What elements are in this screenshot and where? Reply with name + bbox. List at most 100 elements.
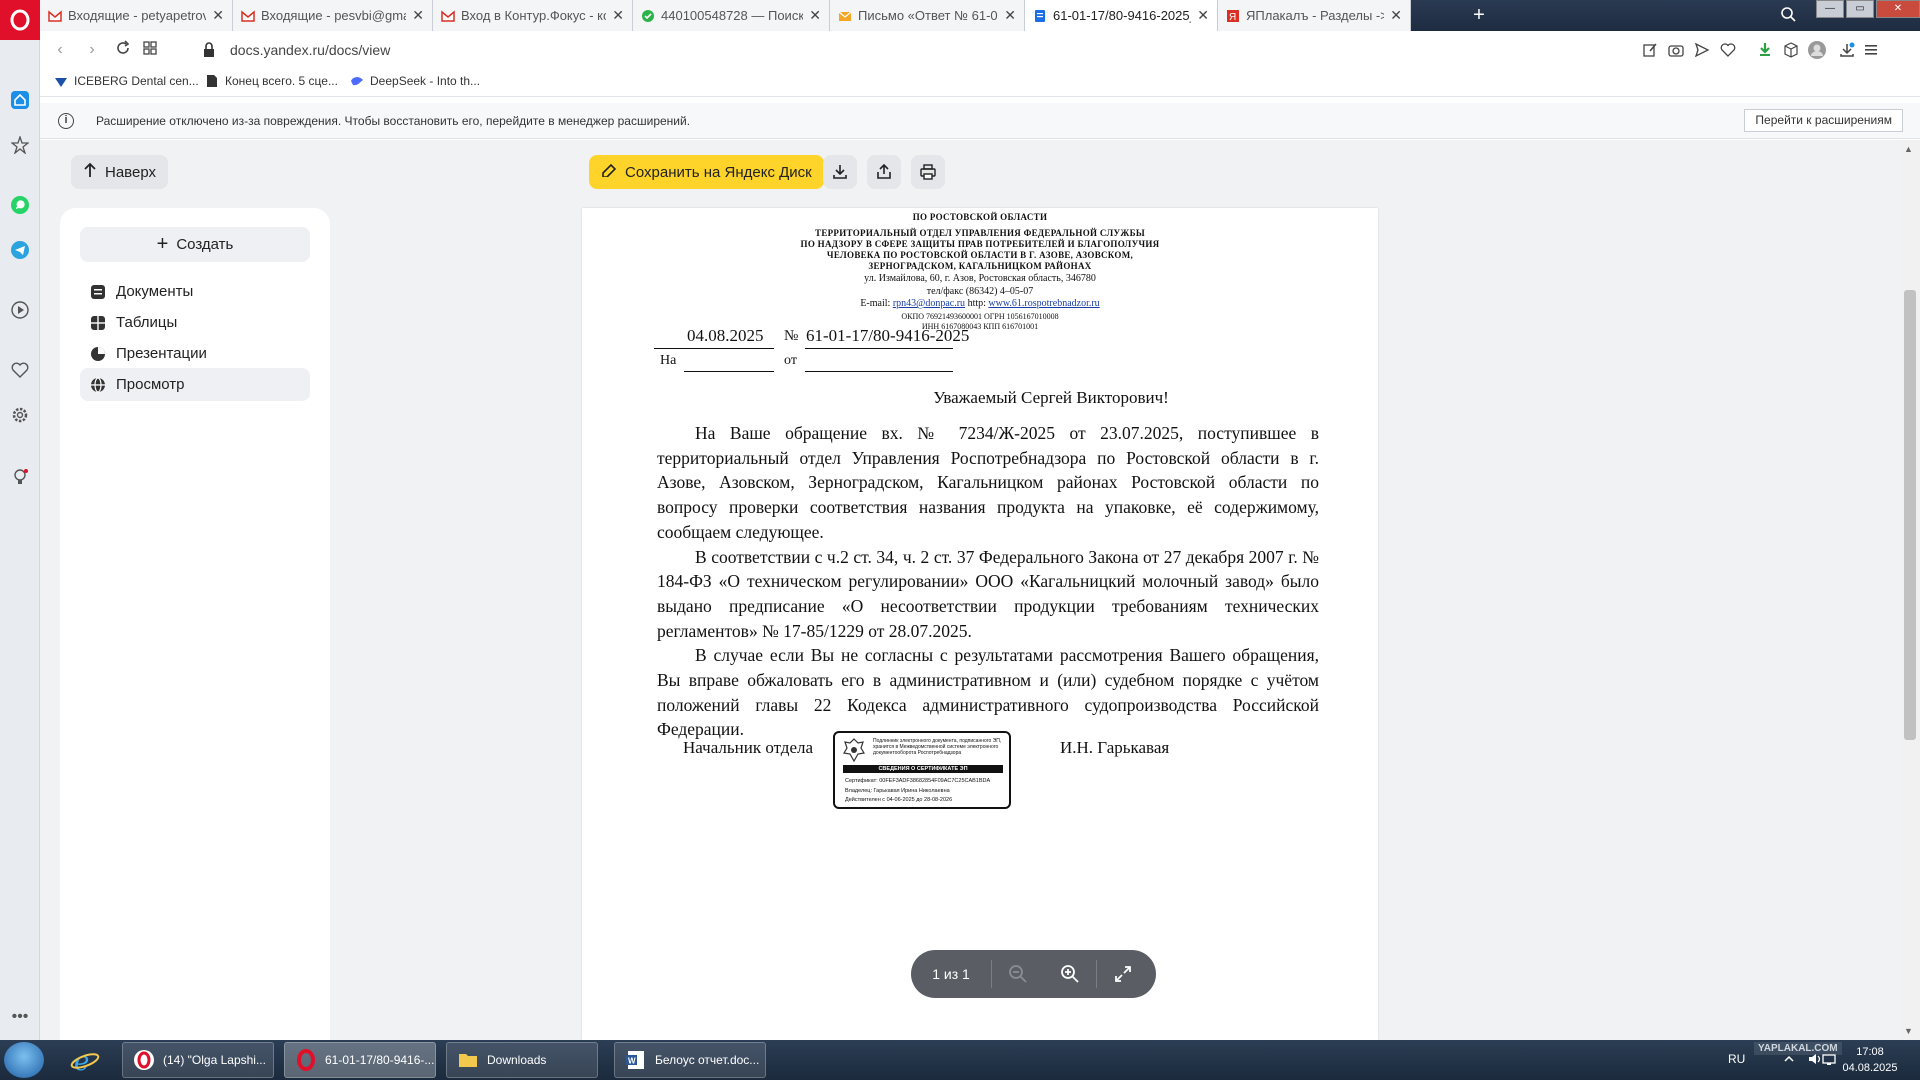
tab-title: Входящие - petyapetrov75 (68, 8, 207, 23)
taskbar-item-label: 61-01-17/80-9416-... (325, 1053, 435, 1067)
home-icon[interactable] (8, 88, 32, 112)
share-button[interactable] (867, 155, 901, 189)
email-link[interactable]: rpn43@donpac.ru (893, 298, 965, 309)
edit-icon[interactable] (1640, 40, 1660, 60)
whatsapp-icon[interactable] (8, 193, 32, 217)
start-button[interactable] (4, 1042, 44, 1078)
header-okpo: ОКПО 76921493600001 ОГРН 1056167010008 (901, 312, 1059, 321)
tab-search[interactable]: 440100548728 — Поиск ✕ (633, 0, 830, 31)
opera-icon (297, 1049, 315, 1071)
printer-icon (920, 164, 936, 180)
cube-icon[interactable] (1781, 40, 1801, 60)
website-link[interactable]: www.61.rospotrebnadzor.ru (988, 298, 1099, 309)
settings-icon[interactable] (8, 403, 32, 427)
scrollbar[interactable]: ▲ ▼ (1900, 140, 1920, 1040)
close-window-button[interactable]: ✕ (1876, 0, 1920, 18)
paragraph: В соответствии с ч.2 ст. 34, ч. 2 ст. 37… (657, 546, 1319, 641)
clock-time[interactable]: 17:08 (1840, 1046, 1900, 1058)
address-bar: ‹ › docs.yandex.ru/docs/view (40, 31, 1920, 69)
search-tabs-icon[interactable] (1780, 6, 1796, 25)
back-icon[interactable]: ‹ (50, 40, 70, 60)
zoom-out-button[interactable] (992, 950, 1044, 998)
download-button[interactable] (823, 155, 857, 189)
maximize-button[interactable]: ▭ (1846, 0, 1874, 18)
downloads-icon[interactable] (1837, 40, 1857, 60)
lightbulb-icon[interactable] (8, 465, 32, 489)
up-button[interactable]: Наверх (71, 155, 168, 189)
close-icon[interactable]: ✕ (212, 7, 224, 24)
scroll-up-arrow-icon[interactable]: ▲ (1904, 144, 1913, 154)
taskbar-item-downloads[interactable]: Downloads (446, 1042, 598, 1078)
nav-item-documents[interactable]: Документы (80, 275, 310, 308)
forward-icon[interactable]: › (82, 40, 102, 60)
tab-grid-icon[interactable] (140, 40, 160, 60)
opera-sidebar: ••• (0, 0, 40, 1040)
create-button[interactable]: + Создать (80, 227, 310, 262)
number-sign: № (784, 328, 799, 344)
close-icon[interactable]: ✕ (1197, 7, 1209, 24)
header-line: человека по Ростовской области в г. Азов… (826, 250, 1134, 260)
bookmark-label: Конец всего. 5 сце... (225, 74, 338, 88)
close-icon[interactable]: ✕ (1390, 7, 1402, 24)
tab-kontur[interactable]: Вход в Контур.Фокус - кон ✕ (433, 0, 633, 31)
opera-logo-icon[interactable] (0, 0, 40, 40)
close-icon[interactable]: ✕ (809, 7, 821, 24)
tab-gmail-2[interactable]: Входящие - pesvbi@gmail ✕ (233, 0, 433, 31)
scroll-thumb[interactable] (1904, 290, 1916, 740)
bookmark-konets[interactable]: Конец всего. 5 сце... (205, 74, 338, 88)
zoom-in-button[interactable] (1044, 950, 1096, 998)
bookmark-deepseek[interactable]: DeepSeek - Into th... (350, 74, 480, 88)
fullscreen-button[interactable] (1097, 950, 1149, 998)
telegram-icon[interactable] (8, 238, 32, 262)
taskbar-item-opera-2[interactable]: 61-01-17/80-9416-... (284, 1042, 436, 1078)
internet-explorer-icon[interactable]: e (70, 1046, 100, 1077)
globe-icon (91, 376, 105, 393)
language-indicator[interactable]: RU (1728, 1052, 1745, 1066)
heart-icon[interactable] (8, 358, 32, 382)
taskbar-item-word[interactable]: W Белоус отчет.doc... (614, 1042, 766, 1078)
scroll-down-arrow-icon[interactable]: ▼ (1904, 1026, 1913, 1036)
new-tab-button[interactable]: + (1468, 4, 1490, 26)
signature-title: Начальник отдела (683, 738, 814, 757)
svg-text:W: W (628, 1057, 636, 1066)
print-button[interactable] (911, 155, 945, 189)
arrow-up-icon (83, 162, 97, 183)
bookmark-label: DeepSeek - Into th... (370, 74, 481, 88)
nav-item-presentations[interactable]: Презентации (80, 337, 310, 370)
star-icon[interactable] (8, 133, 32, 157)
nav-item-view[interactable]: Просмотр (80, 368, 310, 401)
tab-gmail-1[interactable]: Входящие - petyapetrov75 ✕ (40, 0, 233, 31)
tab-document-active[interactable]: 61-01-17/80-9416-2025_04 ✕ (1025, 0, 1218, 31)
heart-icon[interactable] (1718, 40, 1738, 60)
stamp-notice: Подлинник электронного документа, подпис… (873, 738, 1002, 756)
taskbar-item-opera-1[interactable]: (14) "Olga Lapshi... (122, 1042, 274, 1078)
clock-date[interactable]: 04.08.2025 (1838, 1062, 1902, 1074)
player-icon[interactable] (8, 298, 32, 322)
tab-strip: Входящие - petyapetrov75 ✕ Входящие - pe… (40, 0, 1920, 31)
stamp-heading: СВЕДЕНИЯ О СЕРТИФИКАТЕ ЭП (843, 765, 1003, 773)
stamp-owner: Владелец: Гарькавая Ирина Николаевна (845, 788, 950, 794)
download-extension-icon[interactable] (1755, 40, 1775, 60)
tab-mail[interactable]: Письмо «Ответ № 61-01-1 ✕ (830, 0, 1025, 31)
windows-taskbar: e (14) "Olga Lapshi... 61-01-17/80-9416-… (0, 1040, 1920, 1080)
url-field[interactable]: docs.yandex.ru/docs/view (230, 42, 390, 58)
send-icon[interactable] (1692, 40, 1712, 60)
bookmark-iceberg[interactable]: ICEBERG Dental cen... (54, 74, 199, 88)
close-icon[interactable]: ✕ (412, 7, 424, 24)
save-button-label: Сохранить на Яндекс Диск (625, 163, 812, 181)
go-to-extensions-button[interactable]: Перейти к расширениям (1744, 109, 1903, 132)
http-label: http: (967, 298, 986, 309)
tab-yaplakal[interactable]: Я ЯПлакалъ - Разделы -> Ц ✕ (1218, 0, 1411, 31)
camera-icon[interactable] (1666, 40, 1686, 60)
nav-item-tables[interactable]: Таблицы (80, 306, 310, 339)
save-to-yandex-disk-button[interactable]: Сохранить на Яндекс Диск (589, 155, 824, 189)
close-icon[interactable]: ✕ (612, 7, 624, 24)
lock-icon[interactable] (202, 42, 216, 58)
iceberg-icon (55, 78, 67, 87)
profile-icon[interactable] (1807, 40, 1827, 60)
reload-icon[interactable] (113, 40, 133, 60)
minimize-button[interactable]: — (1816, 0, 1844, 18)
close-icon[interactable]: ✕ (1004, 7, 1016, 24)
more-icon[interactable]: ••• (8, 1005, 32, 1029)
menu-icon[interactable] (1861, 40, 1881, 60)
